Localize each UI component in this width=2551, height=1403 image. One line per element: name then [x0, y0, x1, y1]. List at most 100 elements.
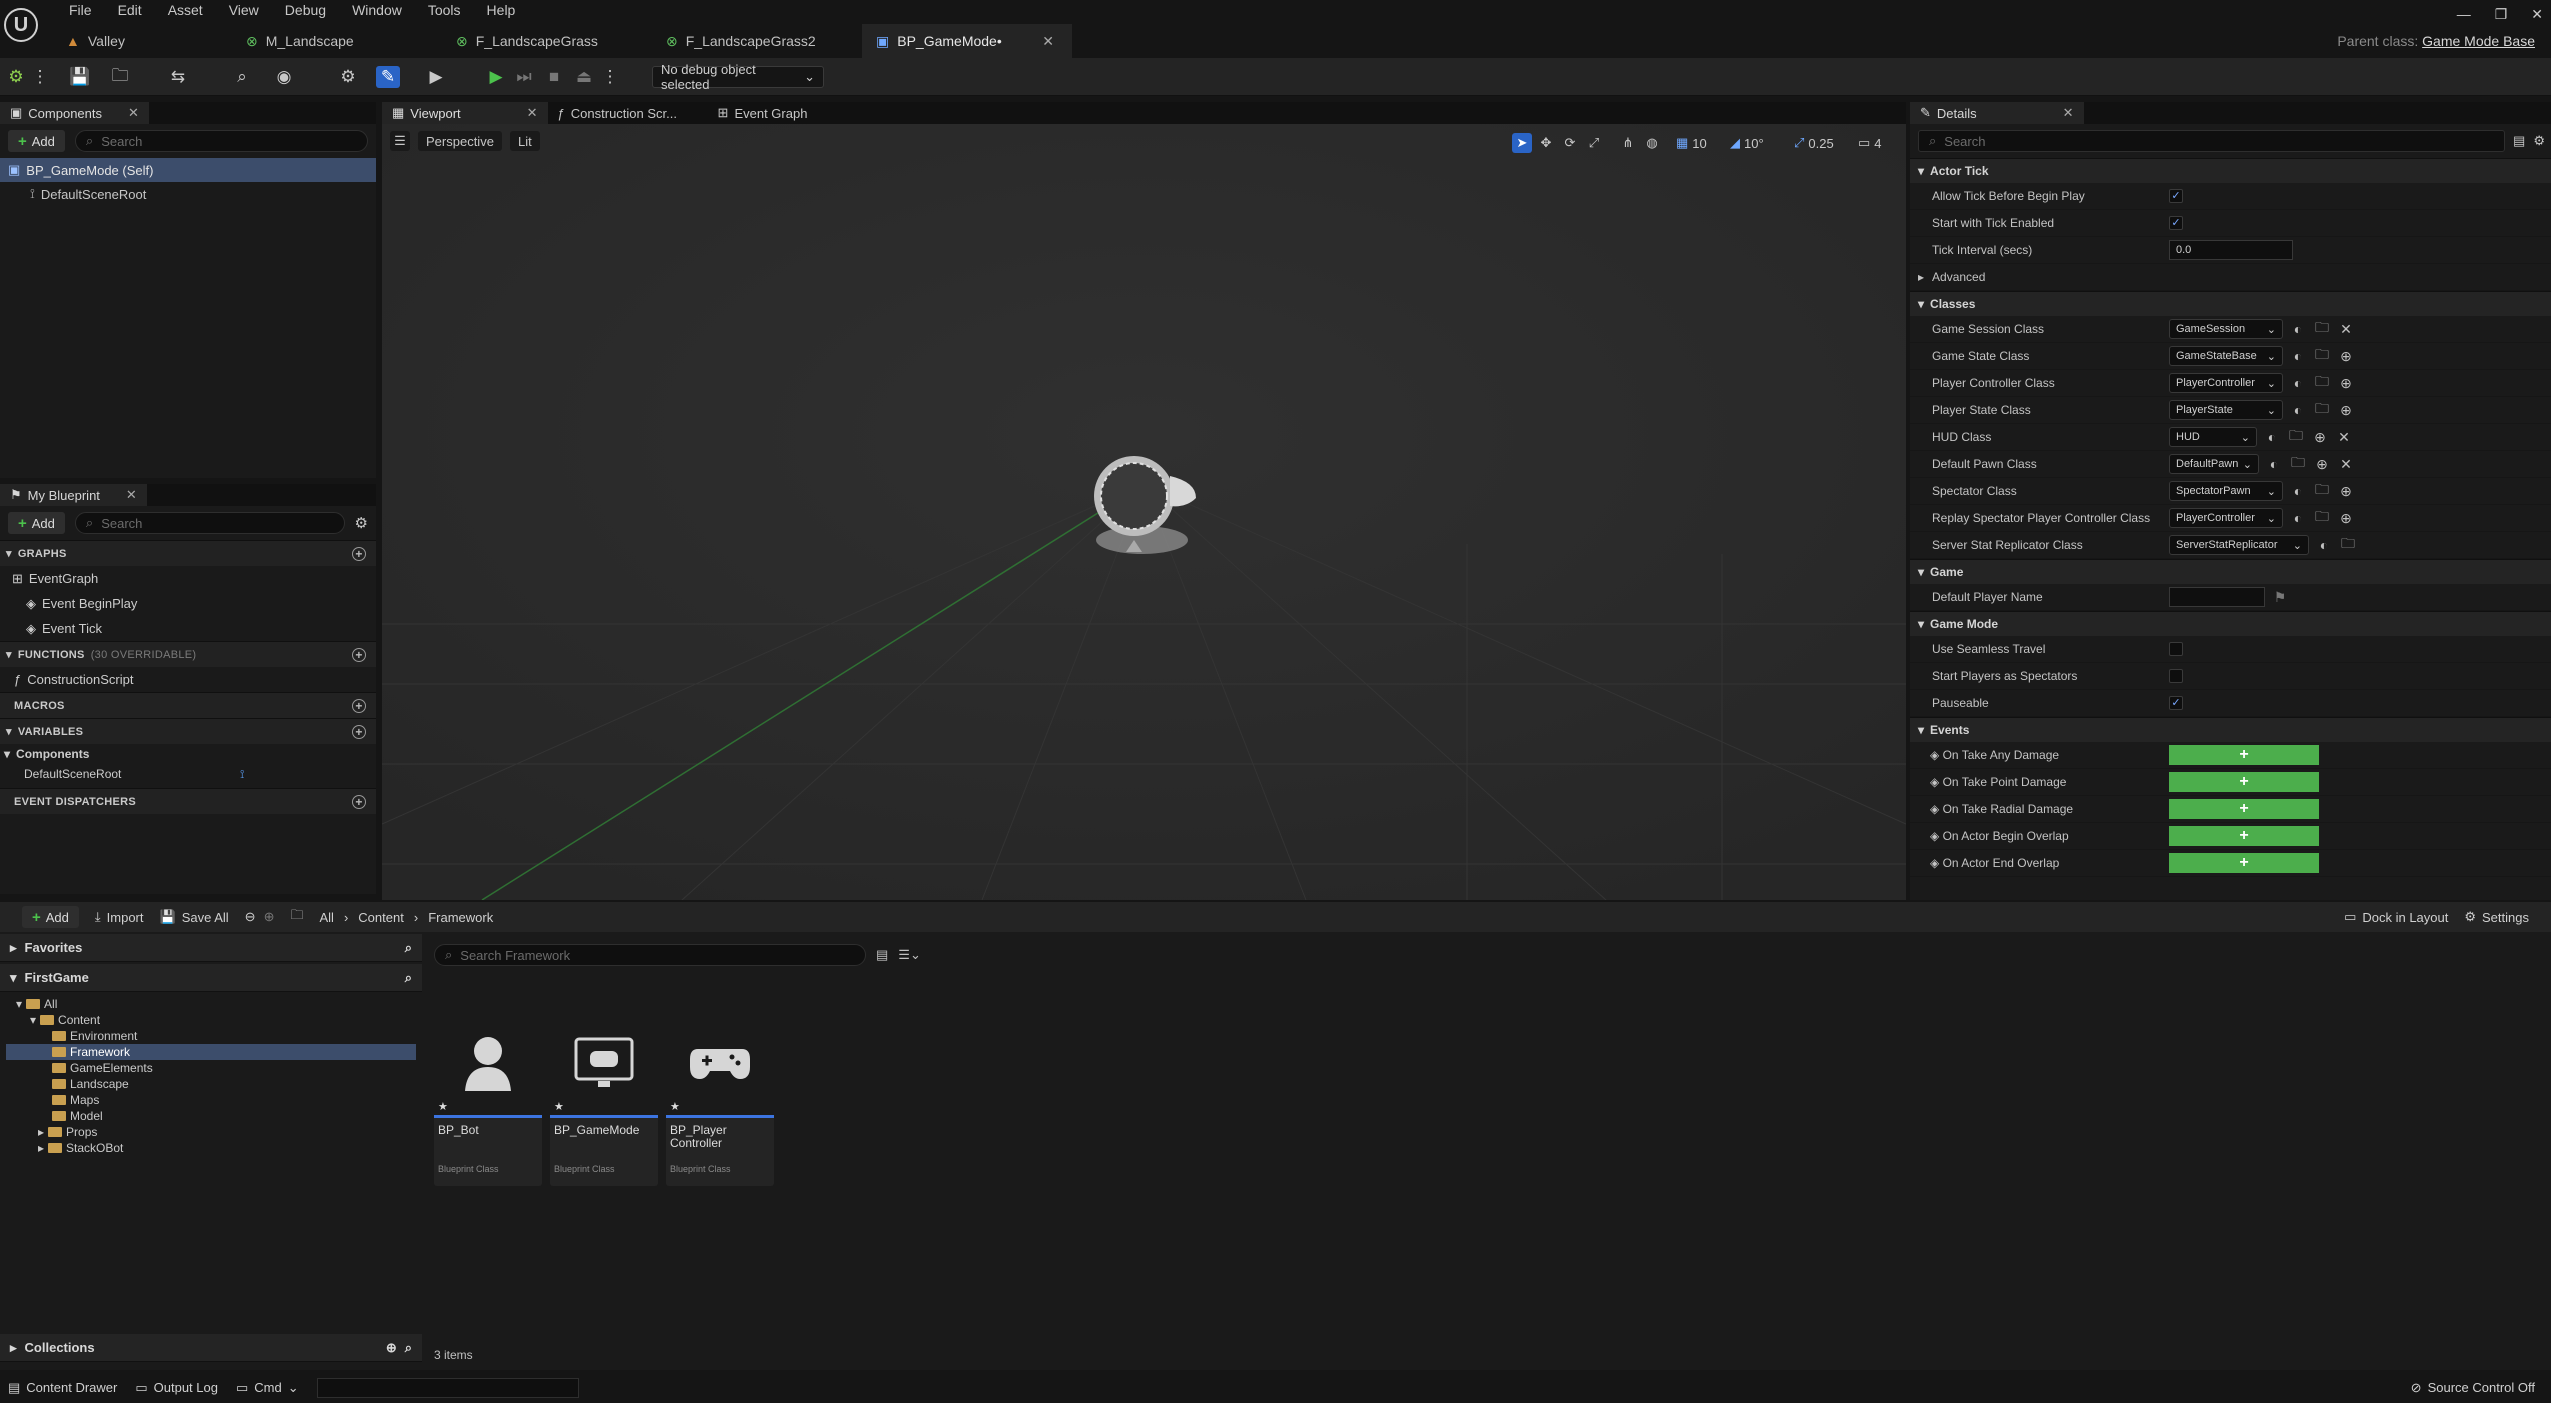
- find-icon[interactable]: ⌕: [230, 66, 254, 88]
- asset-tile-bp-bot[interactable]: ★ BP_Bot Blueprint Class: [434, 1010, 542, 1186]
- select-tool-icon[interactable]: ➤: [1512, 133, 1532, 153]
- browse-icon[interactable]: 🗀: [2313, 398, 2331, 422]
- folder-gameelements[interactable]: GameElements: [6, 1060, 416, 1076]
- browse-icon[interactable]: 🗀: [2313, 371, 2331, 395]
- content-drawer-button[interactable]: ▤ Content Drawer: [8, 1380, 117, 1396]
- category-events[interactable]: ▾ Events: [1910, 717, 2551, 742]
- details-search[interactable]: ⌕: [1918, 130, 2506, 152]
- start-as-spectators-checkbox[interactable]: [2169, 669, 2183, 683]
- asset-tile-bp-gamemode[interactable]: ★ BP_GameMode Blueprint Class: [550, 1010, 658, 1186]
- tab-components[interactable]: ▣ Components ✕: [0, 102, 149, 124]
- content-add-button[interactable]: + Add: [22, 906, 79, 928]
- breadcrumb-framework[interactable]: Framework: [428, 910, 493, 925]
- minimize-icon[interactable]: —: [2457, 6, 2471, 23]
- class-settings-icon[interactable]: ⚙: [336, 66, 360, 88]
- menu-help[interactable]: Help: [474, 0, 529, 20]
- use-selected-icon[interactable]: ◐: [2289, 348, 2307, 364]
- add-event-button[interactable]: +: [2169, 799, 2319, 819]
- browse-icon[interactable]: 🗀: [2339, 533, 2357, 557]
- use-selected-icon[interactable]: ◐: [2315, 537, 2333, 553]
- eject-icon[interactable]: ⏏: [572, 66, 596, 88]
- my-blueprint-search-input[interactable]: [101, 515, 334, 531]
- player-state-class-dropdown[interactable]: PlayerState ⌄: [2169, 400, 2283, 420]
- use-selected-icon[interactable]: ◐: [2289, 483, 2307, 499]
- browse-icon[interactable]: 🗀: [2313, 344, 2331, 368]
- stop-icon[interactable]: ■: [542, 66, 566, 88]
- tab-bp-gamemode[interactable]: ▣ BP_GameMode• ✕: [862, 24, 1072, 58]
- breadcrumb-content[interactable]: Content: [358, 910, 404, 925]
- play-options-icon[interactable]: ⋮: [598, 66, 622, 88]
- browse-icon[interactable]: 🗀: [2287, 425, 2305, 449]
- default-player-name-field[interactable]: [2169, 587, 2265, 607]
- tab-m-landscape[interactable]: ⊗ M_Landscape: [232, 24, 442, 58]
- variable-group-components[interactable]: ▾ Components: [0, 744, 376, 764]
- scale-snap-button[interactable]: ⤢ 0.25: [1794, 133, 1834, 153]
- variables-header[interactable]: ▾ VARIABLES +: [0, 718, 376, 744]
- close-icon[interactable]: ✕: [1042, 33, 1054, 50]
- use-selected-icon[interactable]: ◐: [2289, 321, 2307, 337]
- use-selected-icon[interactable]: ◐: [2289, 375, 2307, 391]
- search-icon[interactable]: ⌕: [405, 970, 412, 986]
- folder-landscape[interactable]: Landscape: [6, 1076, 416, 1092]
- tab-event-graph[interactable]: ⊞ Event Graph: [707, 102, 818, 124]
- tab-my-blueprint[interactable]: ⚑ My Blueprint ✕: [0, 484, 147, 506]
- tab-construction-script[interactable]: ƒ Construction Scr...: [547, 102, 708, 124]
- dock-in-layout-button[interactable]: ▭ Dock in Layout: [2344, 909, 2448, 925]
- add-new-icon[interactable]: ⊕: [2337, 375, 2355, 392]
- category-actor-tick[interactable]: ▾ Actor Tick: [1910, 158, 2551, 183]
- variable-item-default-scene-root[interactable]: DefaultSceneRoot ⟟: [0, 764, 376, 784]
- category-game[interactable]: ▾ Game: [1910, 559, 2551, 584]
- parent-class-link[interactable]: Game Mode Base: [2422, 33, 2535, 49]
- viewport-options-button[interactable]: ☰: [390, 131, 410, 151]
- hide-unrelated-icon[interactable]: ◉: [272, 66, 296, 88]
- use-selected-icon[interactable]: ◐: [2289, 402, 2307, 418]
- grid-snap-button[interactable]: ▦ 10: [1676, 133, 1707, 153]
- close-window-icon[interactable]: ✕: [2531, 6, 2543, 23]
- tab-viewport[interactable]: ▦ Viewport ✕: [382, 102, 548, 124]
- components-search-input[interactable]: [101, 133, 357, 149]
- translate-tool-icon[interactable]: ✥: [1536, 133, 1556, 153]
- asset-tile-bp-player-controller[interactable]: ★ BP_Player Controller Blueprint Class: [666, 1010, 774, 1186]
- add-event-button[interactable]: +: [2169, 745, 2319, 765]
- close-icon[interactable]: ✕: [2063, 105, 2074, 121]
- tab-f-landscapegrass[interactable]: ⊗ F_LandscapeGrass: [442, 24, 652, 58]
- folder-props[interactable]: ▸ Props: [6, 1124, 416, 1140]
- add-new-icon[interactable]: ⊕: [2311, 429, 2329, 446]
- default-pawn-class-dropdown[interactable]: DefaultPawn ⌄: [2169, 454, 2259, 474]
- browse-icon[interactable]: 🗀: [2289, 452, 2307, 476]
- more-options-icon[interactable]: ⋮: [28, 66, 52, 88]
- graph-item-event-tick[interactable]: ◈ Event Tick: [0, 616, 376, 641]
- add-new-icon[interactable]: ⊕: [2337, 510, 2355, 527]
- browse-icon[interactable]: 🗀: [2313, 479, 2331, 503]
- details-search-input[interactable]: [1944, 133, 2495, 149]
- content-settings-button[interactable]: ⚙ Settings: [2464, 909, 2529, 925]
- compile-icon[interactable]: ⚙: [4, 66, 28, 88]
- property-matrix-icon[interactable]: ▤: [2513, 133, 2525, 149]
- clear-icon[interactable]: ✕: [2337, 456, 2355, 473]
- viewport-scene[interactable]: [382, 124, 1906, 900]
- close-icon[interactable]: ✕: [128, 105, 139, 121]
- add-event-button[interactable]: +: [2169, 826, 2319, 846]
- perspective-button[interactable]: Perspective: [418, 131, 502, 151]
- output-log-button[interactable]: ▭ Output Log: [135, 1380, 218, 1396]
- project-header[interactable]: ▾ FirstGame ⌕: [0, 964, 422, 992]
- asset-search[interactable]: ⌕: [434, 944, 866, 966]
- components-search[interactable]: ⌕: [74, 130, 368, 152]
- add-new-icon[interactable]: ⊕: [2337, 348, 2355, 365]
- start-with-tick-checkbox[interactable]: ✓: [2169, 216, 2183, 230]
- replay-spectator-class-dropdown[interactable]: PlayerController ⌄: [2169, 508, 2283, 528]
- category-game-mode[interactable]: ▾ Game Mode: [1910, 611, 2551, 636]
- macros-header[interactable]: MACROS +: [0, 692, 376, 718]
- seamless-travel-checkbox[interactable]: [2169, 642, 2183, 656]
- class-defaults-icon[interactable]: ✎: [376, 66, 400, 88]
- filter-icon[interactable]: ☰⌄: [898, 947, 921, 963]
- add-dispatcher-icon[interactable]: +: [352, 794, 366, 809]
- tab-details[interactable]: ✎ Details ✕: [1910, 102, 2084, 124]
- add-event-button[interactable]: +: [2169, 853, 2319, 873]
- menu-view[interactable]: View: [216, 0, 272, 20]
- category-classes[interactable]: ▾ Classes: [1910, 291, 2551, 316]
- component-root-row[interactable]: ⟟ DefaultSceneRoot: [0, 182, 376, 206]
- function-item-construction-script[interactable]: ƒ ConstructionScript: [0, 667, 376, 692]
- lit-button[interactable]: Lit: [510, 131, 540, 151]
- player-controller-class-dropdown[interactable]: PlayerController ⌄: [2169, 373, 2283, 393]
